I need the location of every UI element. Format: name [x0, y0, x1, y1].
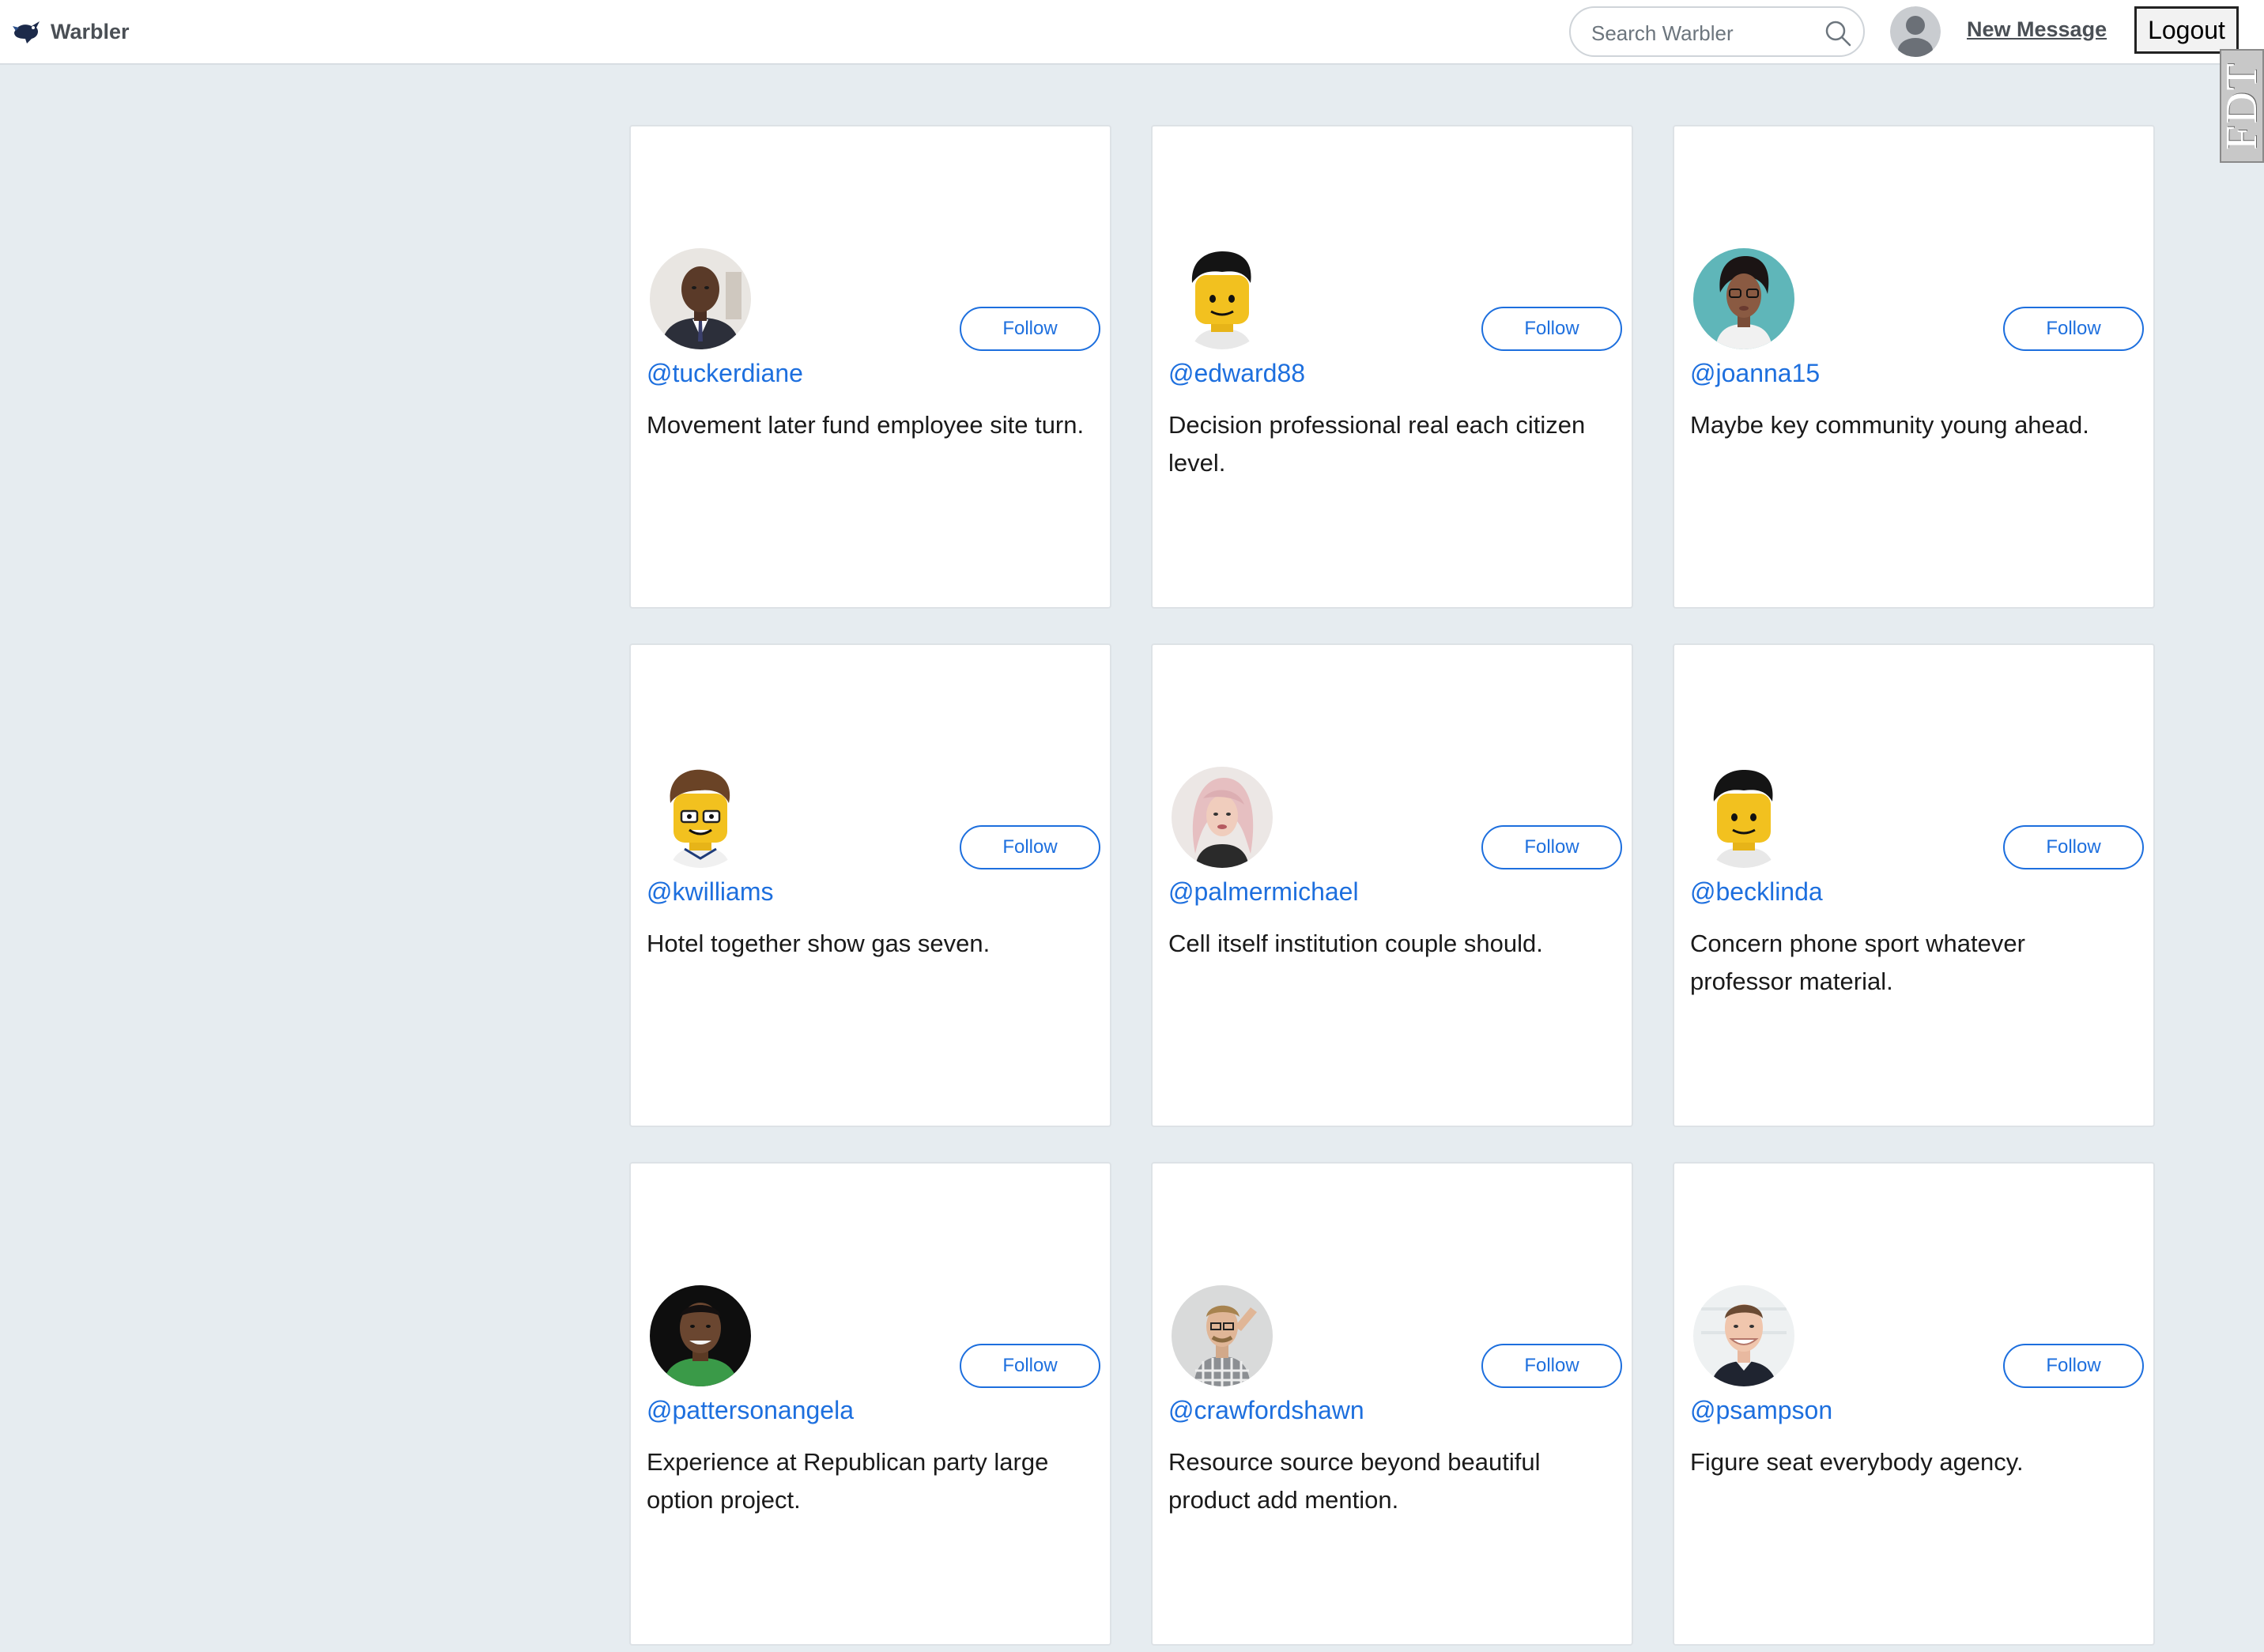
user-handle-link[interactable]: @edward88: [1168, 359, 1305, 388]
photo-man-smiling-icon: [1693, 1285, 1794, 1386]
user-bio: Experience at Republican party large opt…: [647, 1448, 1049, 1514]
user-card: Follow @becklinda Concern phone sport wh…: [1673, 643, 2155, 1127]
logout-button[interactable]: Logout: [2134, 6, 2239, 54]
user-handle-link[interactable]: @joanna15: [1690, 359, 1820, 388]
user-handle-link[interactable]: @palmermichael: [1168, 877, 1359, 907]
user-handle-link[interactable]: @kwilliams: [647, 877, 773, 907]
photo-woman-pink-hair-icon: [1172, 767, 1273, 868]
debug-toolbar-tab[interactable]: FDT: [2217, 49, 2264, 163]
user-bio: Resource source beyond beautiful product…: [1168, 1448, 1541, 1514]
user-handle-link[interactable]: @psampson: [1690, 1396, 1832, 1425]
user-avatar[interactable]: [1693, 767, 1794, 868]
navbar: Warbler New Message Logout: [0, 0, 2264, 65]
new-message-link[interactable]: New Message: [1967, 17, 2107, 42]
user-bio: Cell itself institution couple should.: [1168, 930, 1543, 957]
photo-man-plaid-shirt-icon: [1172, 1285, 1273, 1386]
user-avatar[interactable]: [650, 248, 751, 349]
user-handle-link[interactable]: @crawfordshawn: [1168, 1396, 1364, 1425]
follow-button[interactable]: Follow: [2003, 307, 2144, 351]
user-card: Follow @psampson Figure seat everybody a…: [1673, 1162, 2155, 1646]
follow-button[interactable]: Follow: [960, 1344, 1100, 1388]
user-handle-link[interactable]: @pattersonangela: [647, 1396, 854, 1425]
photo-man-green-shirt-icon: [650, 1285, 751, 1386]
follow-button[interactable]: Follow: [1481, 825, 1622, 869]
user-bio: Figure seat everybody agency.: [1690, 1448, 2024, 1476]
user-bio: Maybe key community young ahead.: [1690, 411, 2089, 439]
profile-avatar[interactable]: [1890, 6, 1941, 57]
follow-button[interactable]: Follow: [1481, 1344, 1622, 1388]
user-avatar[interactable]: [1172, 1285, 1273, 1386]
user-card: Follow @kwilliams Hotel together show ga…: [629, 643, 1111, 1127]
user-bio: Hotel together show gas seven.: [647, 930, 990, 957]
lego-black-hair-icon: [1693, 767, 1794, 868]
photo-woman-glasses-icon: [1693, 248, 1794, 349]
search-form: [1569, 6, 1865, 57]
follow-button[interactable]: Follow: [2003, 825, 2144, 869]
user-avatar[interactable]: [1172, 767, 1273, 868]
user-bio: Concern phone sport whatever professor m…: [1690, 930, 2025, 995]
brand-name: Warbler: [51, 19, 130, 43]
user-bio: Movement later fund employee site turn.: [647, 411, 1085, 439]
user-avatar[interactable]: [650, 767, 751, 868]
user-handle-link[interactable]: @becklinda: [1690, 877, 1823, 907]
user-handle-link[interactable]: @tuckerdiane: [647, 359, 803, 388]
user-card: Follow @pattersonangela Experience at Re…: [629, 1162, 1111, 1646]
user-card: Follow @tuckerdiane Movement later fund …: [629, 125, 1111, 609]
user-card: Follow @edward88 Decision professional r…: [1151, 125, 1633, 609]
user-card: Follow @joanna15 Maybe key community you…: [1673, 125, 2155, 609]
follow-button[interactable]: Follow: [1481, 307, 1622, 351]
photo-man-suit-icon: [650, 248, 751, 349]
user-avatar[interactable]: [1693, 248, 1794, 349]
search-icon[interactable]: [1824, 19, 1852, 47]
follow-button[interactable]: Follow: [960, 825, 1100, 869]
user-card: Follow @crawfordshawn Resource source be…: [1151, 1162, 1633, 1646]
user-avatar[interactable]: [1172, 248, 1273, 349]
follow-button[interactable]: Follow: [2003, 1344, 2144, 1388]
warbler-logo-icon: [13, 21, 40, 43]
brand-link[interactable]: Warbler: [11, 13, 130, 51]
user-avatar[interactable]: [650, 1285, 751, 1386]
default-user-icon: [1890, 6, 1941, 57]
user-bio: Decision professional real each citizen …: [1168, 411, 1586, 477]
lego-black-hair-icon: [1172, 248, 1273, 349]
debug-toolbar-label: FDT: [2217, 62, 2264, 150]
user-card: Follow @palmermichael Cell itself instit…: [1151, 643, 1633, 1127]
user-avatar[interactable]: [1693, 1285, 1794, 1386]
lego-brown-hair-glasses-icon: [650, 767, 751, 868]
follow-button[interactable]: Follow: [960, 307, 1100, 351]
search-input[interactable]: [1590, 17, 1814, 49]
